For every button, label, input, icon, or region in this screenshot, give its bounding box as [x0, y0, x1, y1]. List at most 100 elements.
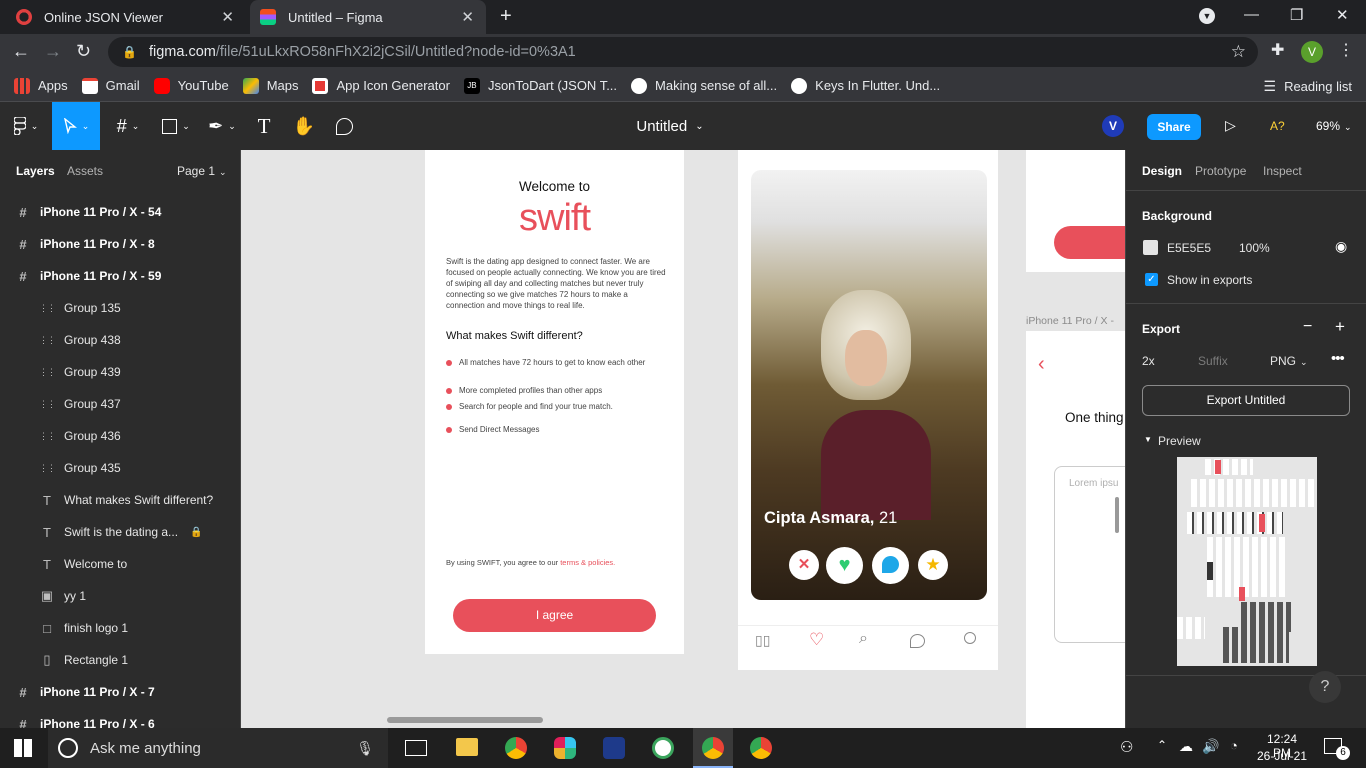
tab-figma[interactable]: Untitled – Figma ✕: [250, 0, 486, 34]
canvas[interactable]: Welcome to swift Swift is the dating app…: [241, 150, 1125, 728]
export-format-select[interactable]: PNG ⌄: [1270, 354, 1308, 368]
layer-row[interactable]: ⋮⋮ Group 436: [0, 420, 240, 452]
app-icon[interactable]: [652, 737, 674, 759]
accessibility-button[interactable]: A?: [1270, 119, 1285, 133]
extensions-icon[interactable]: ✚: [1271, 42, 1284, 60]
tab-search-icon[interactable]: ▼: [1199, 8, 1215, 24]
taskbar-search[interactable]: Ask me anything 🎙: [48, 728, 388, 768]
bookmark-maps[interactable]: Maps: [242, 77, 298, 94]
tab-inspect[interactable]: Inspect: [1263, 164, 1302, 178]
partial-frame-bottom[interactable]: ‹ One thing Lorem ipsu: [1026, 331, 1125, 728]
bg-opacity-value[interactable]: 100%: [1239, 241, 1270, 255]
move-tool-icon[interactable]: ⌄: [52, 102, 100, 150]
layer-row[interactable]: ⋮⋮ Group 438: [0, 324, 240, 356]
bookmark-medium-1[interactable]: Making sense of all...: [631, 77, 777, 94]
star-icon[interactable]: ★: [918, 550, 948, 580]
bookmark-youtube[interactable]: YouTube: [153, 77, 229, 94]
reading-list[interactable]: ☰ Reading list: [1264, 78, 1353, 95]
chrome-icon[interactable]: [750, 737, 772, 759]
canvas-scrollbar[interactable]: [387, 717, 543, 723]
export-button[interactable]: Export Untitled: [1142, 385, 1350, 416]
layer-row[interactable]: ⋮⋮ Group 435: [0, 452, 240, 484]
text-area-scrollbar[interactable]: [1115, 497, 1119, 533]
figma-menu-icon[interactable]: ⌄: [6, 102, 46, 150]
layer-row[interactable]: T What makes Swift different?: [0, 484, 240, 516]
file-explorer-icon[interactable]: [456, 738, 478, 756]
close-tab-icon[interactable]: ✕: [221, 8, 234, 26]
layer-row[interactable]: T Welcome to: [0, 548, 240, 580]
address-bar[interactable]: 🔒 figma.com/file/51uLkxRO58nFhX2i2jCSil/…: [108, 37, 1258, 67]
remove-export-icon[interactable]: −: [1303, 318, 1312, 336]
close-tab-icon[interactable]: ✕: [461, 8, 474, 26]
layer-row[interactable]: ▯ Rectangle 1: [0, 644, 240, 676]
bookmark-app-icon-generator[interactable]: App Icon Generator: [312, 77, 450, 94]
present-play-icon[interactable]: ▷: [1225, 117, 1236, 134]
chrome-icon[interactable]: [505, 737, 527, 759]
chat-nav-icon[interactable]: [910, 634, 925, 648]
profile-nav-icon[interactable]: [964, 632, 976, 644]
minimize-icon[interactable]: —: [1244, 6, 1259, 23]
bookmark-star-icon[interactable]: ☆: [1231, 42, 1246, 62]
bg-color-swatch[interactable]: [1143, 240, 1158, 255]
clock-date[interactable]: 26-Jul-21: [1254, 749, 1310, 763]
search-nav-icon[interactable]: ⌕: [859, 630, 868, 648]
export-suffix-input[interactable]: Suffix: [1198, 354, 1228, 368]
layer-row[interactable]: # iPhone 11 Pro / X - 59: [0, 260, 240, 292]
profile-frame[interactable]: Cipta Asmara, 21 ✕ ♥ ★ ▯▯ ♡ ⌕: [738, 150, 998, 670]
bookmark-medium-2[interactable]: Keys In Flutter. Und...: [791, 77, 940, 94]
help-button[interactable]: ?: [1309, 671, 1341, 703]
restore-icon[interactable]: ❐: [1290, 6, 1303, 24]
back-chevron-icon[interactable]: ‹: [1038, 353, 1045, 376]
tab-layers[interactable]: Layers: [16, 164, 55, 178]
terms-link[interactable]: terms & policies.: [560, 558, 615, 567]
people-icon[interactable]: ⚇: [1120, 738, 1133, 756]
layer-row[interactable]: ▣ yy 1: [0, 580, 240, 612]
layer-row[interactable]: ⋮⋮ Group 439: [0, 356, 240, 388]
heart-icon[interactable]: ♥: [826, 547, 863, 584]
layer-row[interactable]: # iPhone 11 Pro / X - 7: [0, 676, 240, 708]
bookmark-apps[interactable]: Apps: [14, 77, 68, 94]
layer-row[interactable]: # iPhone 11 Pro / X - 54: [0, 196, 240, 228]
bookmark-jsontodart[interactable]: JB JsonToDart (JSON T...: [463, 77, 617, 94]
export-settings-icon[interactable]: •••: [1331, 350, 1345, 367]
user-avatar[interactable]: V: [1102, 115, 1124, 137]
share-button[interactable]: Share: [1147, 114, 1201, 140]
microphone-icon[interactable]: 🎙: [356, 740, 374, 757]
bg-hex-value[interactable]: E5E5E5: [1167, 241, 1211, 255]
tab-prototype[interactable]: Prototype: [1195, 164, 1246, 178]
layer-row[interactable]: □ finish logo 1: [0, 612, 240, 644]
likes-nav-icon[interactable]: ♡: [809, 630, 824, 650]
frame-tool-icon[interactable]: # ⌄: [108, 102, 148, 150]
reload-icon[interactable]: ↻: [76, 42, 91, 60]
add-export-icon[interactable]: +: [1335, 317, 1345, 337]
slack-icon[interactable]: [554, 737, 576, 759]
volume-icon[interactable]: 🔊: [1202, 738, 1219, 755]
agree-button[interactable]: I agree: [453, 599, 656, 632]
file-title[interactable]: Untitled ⌄: [580, 102, 760, 150]
partial-frame-top[interactable]: [1026, 150, 1125, 272]
layer-row[interactable]: # iPhone 11 Pro / X - 8: [0, 228, 240, 260]
preview-label[interactable]: Preview: [1158, 434, 1201, 448]
eye-icon[interactable]: ◉: [1335, 238, 1347, 255]
menu-kebab-icon[interactable]: ⋮: [1338, 42, 1354, 60]
bookmark-gmail[interactable]: Gmail: [81, 77, 140, 94]
tab-json-viewer[interactable]: Online JSON Viewer ✕: [6, 0, 246, 34]
windows-start-icon[interactable]: [14, 739, 32, 757]
pen-tool-icon[interactable]: ✒ ⌄: [202, 102, 242, 150]
layer-row[interactable]: ⋮⋮ Group 437: [0, 388, 240, 420]
task-view-icon[interactable]: [405, 740, 427, 756]
new-tab-icon[interactable]: +: [500, 6, 512, 26]
profile-avatar[interactable]: V: [1301, 41, 1323, 63]
export-scale[interactable]: 2x: [1142, 354, 1155, 368]
close-window-icon[interactable]: ✕: [1336, 6, 1349, 24]
hand-tool-icon[interactable]: ✋: [292, 102, 316, 150]
show-in-exports-checkbox[interactable]: ✓: [1145, 273, 1158, 286]
word-icon[interactable]: [603, 737, 625, 759]
chrome-profile-active[interactable]: [693, 728, 733, 768]
tray-chevron-up-icon[interactable]: ⌃: [1157, 738, 1167, 752]
layer-row[interactable]: ⋮⋮ Group 135: [0, 292, 240, 324]
onedrive-icon[interactable]: ☁: [1179, 738, 1193, 755]
tab-design[interactable]: Design: [1142, 164, 1182, 178]
text-tool-icon[interactable]: T: [252, 102, 276, 150]
welcome-frame[interactable]: Welcome to swift Swift is the dating app…: [425, 150, 684, 654]
